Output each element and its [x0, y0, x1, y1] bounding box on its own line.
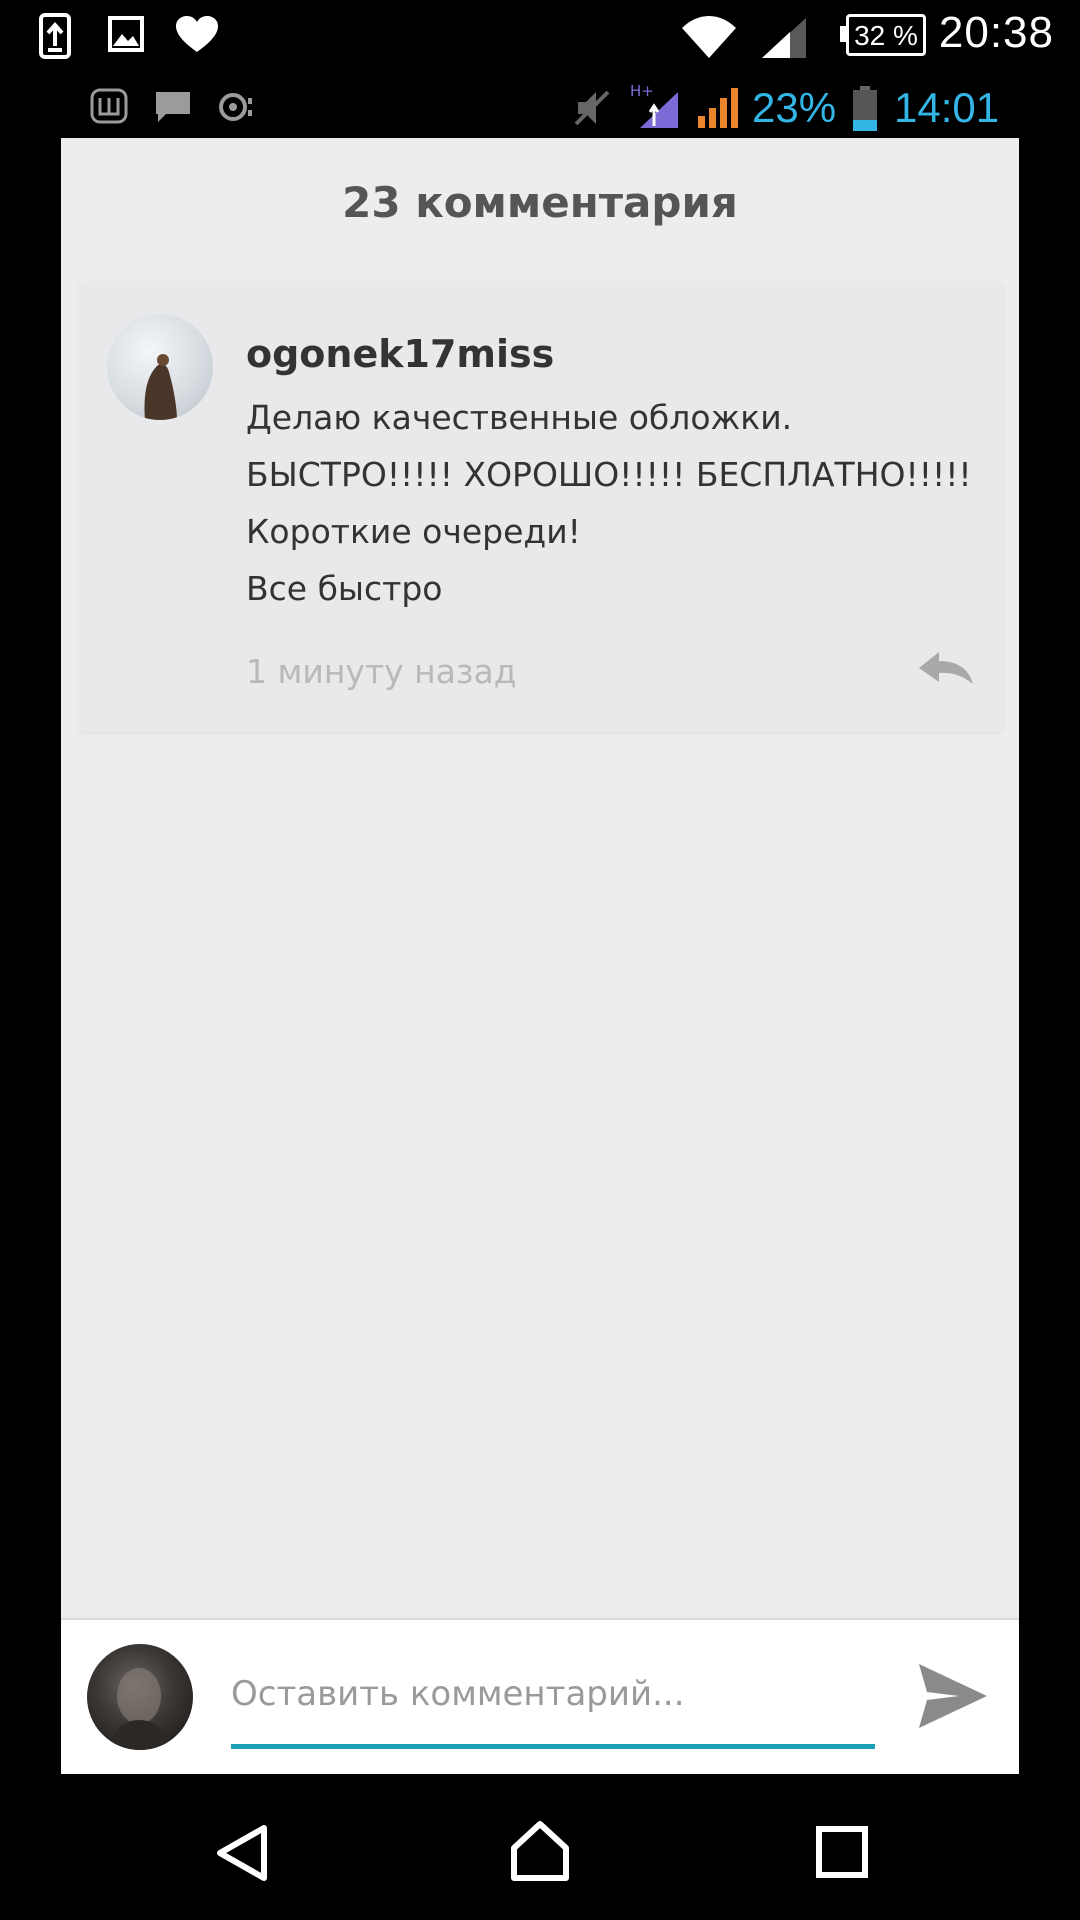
outer-battery-level: 32 % — [854, 20, 918, 51]
back-icon[interactable] — [214, 1824, 270, 1882]
comment-text-line: Короткие очереди! — [246, 512, 581, 551]
inner-clock: 14:01 — [894, 84, 1000, 131]
input-underline — [231, 1744, 875, 1749]
comment-card: ogonek17miss Делаю качественные обложки.… — [79, 282, 1003, 732]
battery-icon: 32 % — [846, 14, 926, 56]
second-signal-icon — [698, 88, 738, 128]
user-avatar-face — [109, 1668, 171, 1750]
comment-text-line: Все быстро — [246, 569, 443, 608]
comment-input-bar — [61, 1618, 1019, 1774]
mute-icon — [574, 90, 610, 126]
home-icon[interactable] — [508, 1820, 572, 1882]
comments-count-title: 23 комментария — [342, 178, 738, 227]
comment-input[interactable] — [231, 1664, 875, 1724]
outer-clock: 20:38 — [938, 8, 1054, 57]
app-w-icon — [90, 88, 128, 124]
comment-text-line: БЫСТРО!!!!! ХОРОШО!!!!! БЕСПЛАТНО!!!!! — [246, 455, 972, 494]
navigation-bar — [0, 1774, 1080, 1920]
recents-icon[interactable] — [816, 1826, 868, 1878]
user-avatar[interactable] — [87, 1644, 193, 1750]
reply-icon[interactable] — [917, 648, 975, 688]
avatar-figure — [144, 354, 177, 420]
network-type: H+ — [630, 82, 654, 100]
comment-username[interactable]: ogonek17miss — [246, 332, 554, 376]
battery-icon — [853, 86, 877, 131]
chat-icon — [156, 92, 190, 122]
sync-icon — [219, 93, 252, 121]
comment-text-line: Делаю качественные обложки. — [246, 398, 793, 437]
signal-icon — [762, 18, 806, 58]
send-icon[interactable] — [915, 1658, 991, 1734]
comments-screen: 23 комментария ogonek17miss Делаю качест… — [61, 138, 1019, 1774]
network-signal-icon: H+ — [630, 82, 678, 128]
wifi-icon — [682, 16, 736, 58]
gallery-icon — [108, 16, 144, 52]
comment-timestamp: 1 минуту назад — [246, 652, 517, 691]
usb-upload-icon — [39, 13, 71, 59]
heart-icon — [176, 16, 218, 52]
outer-status-bar: 32 % 20:38 — [0, 0, 1080, 80]
inner-status-bar: H+ 23% 14:01 — [0, 80, 1080, 138]
avatar[interactable] — [107, 314, 213, 420]
inner-battery-level: 23% — [752, 84, 837, 131]
